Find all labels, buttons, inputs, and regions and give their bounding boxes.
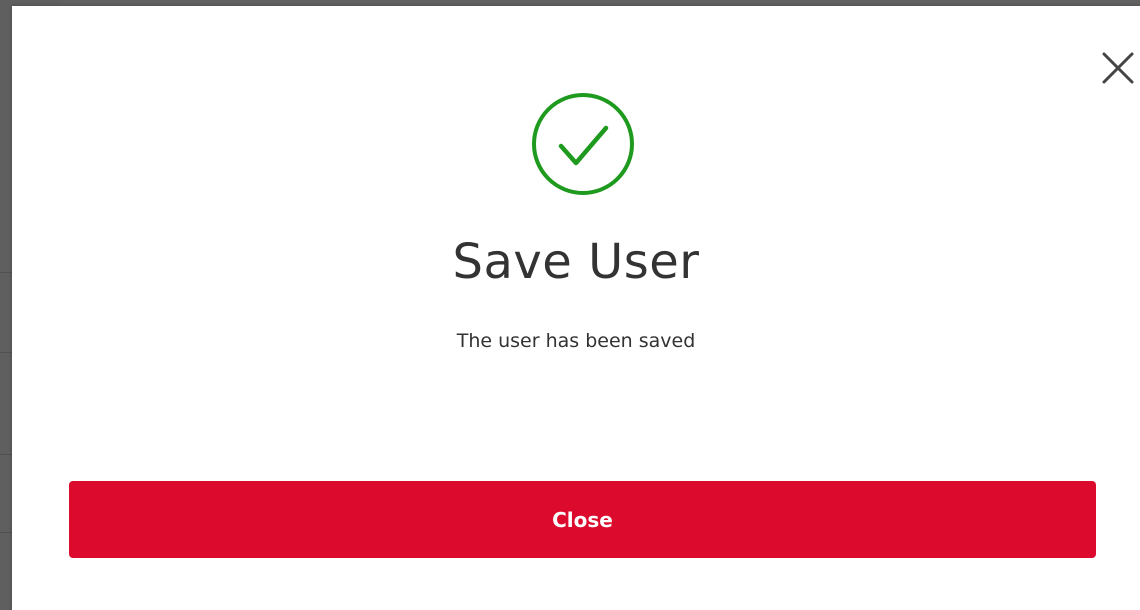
screen: Save User The user has been saved Close (0, 0, 1140, 610)
check-circle-icon (530, 91, 636, 197)
dialog-message: The user has been saved (456, 330, 696, 352)
close-icon[interactable] (1098, 48, 1138, 88)
dialog-title: Save User (452, 234, 700, 290)
save-user-dialog: Save User The user has been saved Close (12, 6, 1140, 610)
close-button[interactable]: Close (69, 481, 1096, 558)
